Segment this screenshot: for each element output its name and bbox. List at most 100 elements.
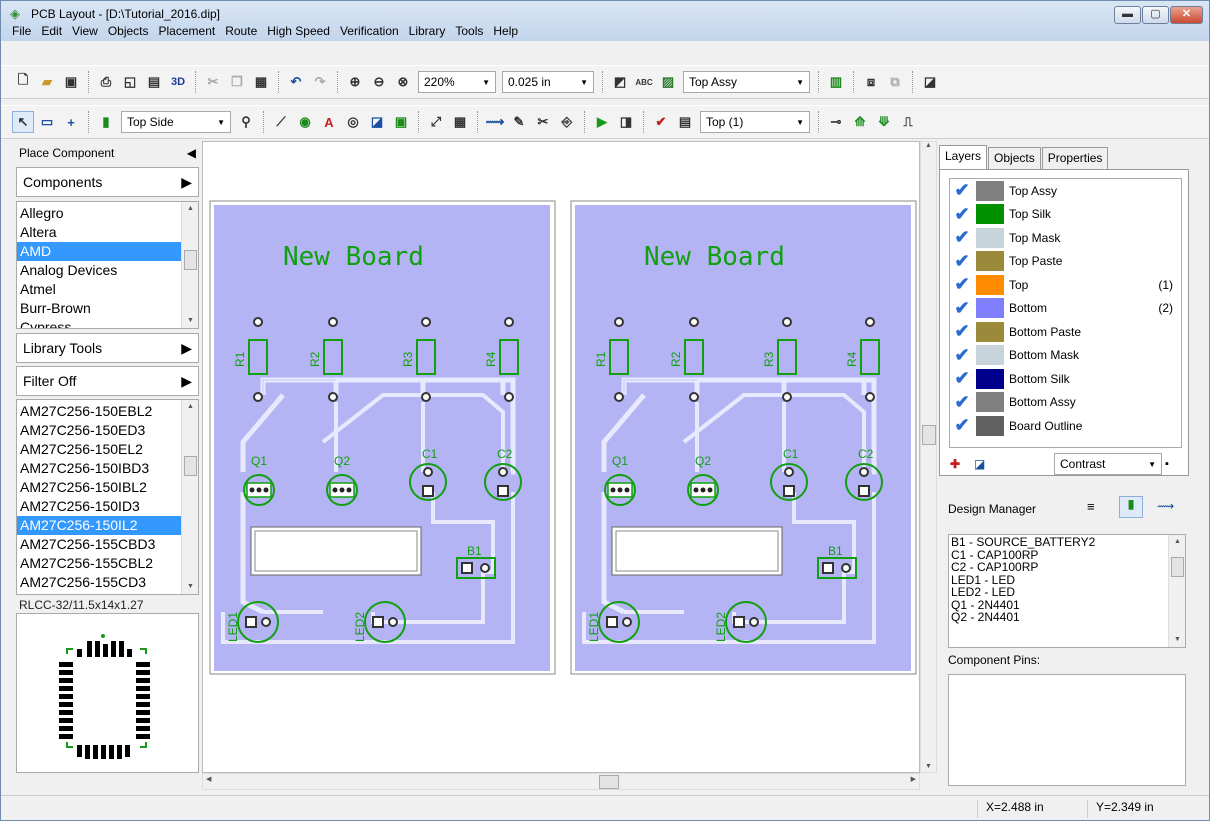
- part-item[interactable]: AM27C256-150IL2: [17, 516, 198, 535]
- check-icon[interactable]: ✔: [950, 321, 974, 342]
- layer-color-swatch[interactable]: [976, 392, 1004, 413]
- menu-verification[interactable]: Verification: [335, 22, 404, 40]
- library-item[interactable]: AMD: [17, 242, 198, 261]
- polygon-icon[interactable]: ◪: [366, 111, 388, 133]
- component-list-item[interactable]: C2 - CAP100RP: [949, 561, 1185, 574]
- pad-icon[interactable]: ◉: [294, 111, 316, 133]
- check-icon[interactable]: ✔: [950, 392, 974, 413]
- tab-layers[interactable]: Layers: [939, 145, 988, 169]
- check-icon[interactable]: ✔: [950, 204, 974, 225]
- save-icon[interactable]: ▣: [60, 71, 82, 93]
- part-item[interactable]: AM27C256-150IBD3: [17, 459, 198, 478]
- probe-icon[interactable]: ⊸: [825, 111, 847, 133]
- tab-objects[interactable]: Objects: [988, 147, 1041, 169]
- copy-icon[interactable]: ❐: [226, 71, 248, 93]
- cut-icon[interactable]: ✂: [202, 71, 224, 93]
- color-swatch-icon[interactable]: ▪: [1165, 458, 1169, 470]
- library-list[interactable]: Allegro Altera AMD Analog Devices Atmel Burr-…: [16, 201, 199, 329]
- minimize-button[interactable]: ▬: [1114, 6, 1141, 24]
- check-icon[interactable]: ✔: [950, 251, 974, 272]
- bom-icon[interactable]: ▥: [825, 71, 847, 93]
- part-item[interactable]: AM27C256-150ED3: [17, 421, 198, 440]
- library-item[interactable]: Burr-Brown: [17, 299, 198, 318]
- open-folder-icon[interactable]: ▰: [36, 71, 58, 93]
- measure-icon[interactable]: ▭: [36, 111, 58, 133]
- pcb-canvas[interactable]: New Board R1 R2 R3 R4 Q1 Q2 C1 C2 B1 LED1 LED2 New B…: [202, 141, 920, 773]
- layer-row[interactable]: ✔ Board Outline: [950, 414, 1181, 438]
- component-list[interactable]: B1 - SOURCE_BATTERY2 C1 - CAP100RP C2 - CA…: [948, 534, 1186, 648]
- component-list-item[interactable]: LED2 - LED: [949, 586, 1185, 599]
- graph-icon[interactable]: ⟰: [849, 111, 871, 133]
- new-file-icon[interactable]: 🗋: [12, 71, 34, 93]
- view-3d-button[interactable]: 3D: [167, 71, 189, 93]
- layer-color-swatch[interactable]: [976, 298, 1004, 319]
- menu-route[interactable]: Route: [220, 22, 262, 40]
- part-item[interactable]: AM27C256-155CBD3: [17, 535, 198, 554]
- layer-row[interactable]: ✔ Bottom Paste: [950, 320, 1181, 344]
- copper-pour-icon[interactable]: ▣: [390, 111, 412, 133]
- component-list-item[interactable]: B1 - SOURCE_BATTERY2: [949, 536, 1185, 549]
- menu-library[interactable]: Library: [404, 22, 451, 40]
- dm-list-icon[interactable]: ≡: [1087, 499, 1095, 514]
- part-item[interactable]: AM27C256-155CBL2: [17, 554, 198, 573]
- contrast-select[interactable]: Contrast ▼: [1054, 453, 1162, 475]
- part-item[interactable]: AM27C256-150EBL2: [17, 402, 198, 421]
- dm-components-icon[interactable]: ▮: [1119, 496, 1143, 518]
- maximize-button[interactable]: ▢: [1142, 6, 1169, 24]
- redo-icon[interactable]: ↷: [309, 71, 331, 93]
- check-icon[interactable]: ✔: [950, 368, 974, 389]
- picture-icon[interactable]: ▨: [657, 71, 679, 93]
- layer-color-swatch[interactable]: [976, 180, 1004, 201]
- layer-color-swatch[interactable]: [976, 345, 1004, 366]
- library-item[interactable]: Analog Devices: [17, 261, 198, 280]
- check-icon[interactable]: ✔: [950, 180, 974, 201]
- filter-button[interactable]: Filter Off ▶: [16, 366, 199, 396]
- collapse-arrow-icon[interactable]: ◀: [187, 146, 196, 160]
- print-icon[interactable]: ⎙: [95, 71, 117, 93]
- layer-row[interactable]: ✔ Top Assy: [950, 179, 1181, 203]
- zoom-select[interactable]: 220% ▼: [418, 71, 496, 93]
- pcb-board-1[interactable]: New Board R1 R2 R3 R4 Q1 Q2 C1 C2 B1 LED1 LED2: [209, 200, 556, 675]
- graph2-icon[interactable]: ⟱: [873, 111, 895, 133]
- drc-report-icon[interactable]: ▤: [674, 111, 696, 133]
- print-preview-icon[interactable]: ◱: [119, 71, 141, 93]
- check-icon[interactable]: ✔: [950, 345, 974, 366]
- zoom-in-icon[interactable]: ⊕: [344, 71, 366, 93]
- check-icon[interactable]: ✔: [950, 415, 974, 436]
- menu-help[interactable]: Help: [488, 22, 523, 40]
- layer-row[interactable]: ✔ Bottom (2): [950, 297, 1181, 321]
- zoom-fit-icon[interactable]: ⊗: [392, 71, 414, 93]
- crosshair-icon[interactable]: +: [60, 111, 82, 133]
- layer-row[interactable]: ✔ Top Mask: [950, 226, 1181, 250]
- via-icon[interactable]: ◎: [342, 111, 364, 133]
- check-icon[interactable]: ✔: [950, 298, 974, 319]
- layer-row[interactable]: ✔ Bottom Mask: [950, 344, 1181, 368]
- dimension-icon[interactable]: ⤢: [425, 111, 447, 133]
- properties-icon[interactable]: ◩: [609, 71, 631, 93]
- layer-color-swatch[interactable]: [976, 321, 1004, 342]
- menu-edit[interactable]: Edit: [36, 22, 67, 40]
- layer-row[interactable]: ✔ Bottom Assy: [950, 391, 1181, 415]
- part-item[interactable]: AM27C256-150IBL2: [17, 478, 198, 497]
- line-icon[interactable]: ⟋: [270, 111, 292, 133]
- layer-list[interactable]: ✔ Top Assy ✔ Top Silk ✔ Top Mask ✔ Top Paste ✔ To…: [949, 178, 1182, 448]
- menu-file[interactable]: File: [7, 22, 36, 40]
- zoom-out-icon[interactable]: ⊖: [368, 71, 390, 93]
- text-abc-icon[interactable]: ABC: [633, 71, 655, 93]
- active-layer-select[interactable]: Top (1) ▼: [700, 111, 810, 133]
- menu-view[interactable]: View: [67, 22, 103, 40]
- layer-color-swatch[interactable]: [976, 204, 1004, 225]
- report-icon[interactable]: ▤: [143, 71, 165, 93]
- part-item[interactable]: AM27C256-150ID3: [17, 497, 198, 516]
- layer-color-swatch[interactable]: [976, 227, 1004, 248]
- library-item[interactable]: Altera: [17, 223, 198, 242]
- library-tools-button[interactable]: Library Tools ▶: [16, 333, 199, 363]
- autoroute-icon[interactable]: ⎆: [556, 111, 578, 133]
- component-icon[interactable]: ⧈: [860, 71, 882, 93]
- layer-row[interactable]: ✔ Top Silk: [950, 203, 1181, 227]
- menu-objects[interactable]: Objects: [103, 22, 154, 40]
- part-item[interactable]: AM27C256-155CD3: [17, 573, 198, 592]
- check-icon[interactable]: ✔: [950, 227, 974, 248]
- canvas-vertical-scrollbar[interactable]: ▲ ▼: [920, 141, 937, 773]
- layer-color-swatch[interactable]: [976, 251, 1004, 272]
